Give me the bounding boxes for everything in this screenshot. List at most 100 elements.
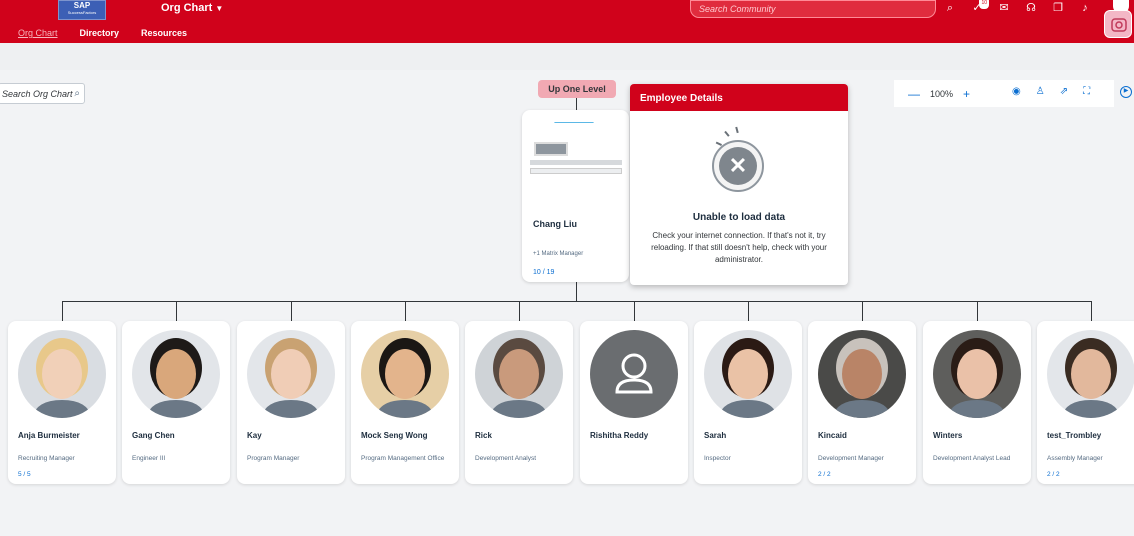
export-icon[interactable]: ⇗ bbox=[1060, 86, 1068, 97]
employee-title: Development Analyst Lead bbox=[933, 455, 1011, 462]
app-title-menu[interactable]: Org Chart ▼ bbox=[161, 2, 223, 14]
nav-directory[interactable]: Directory bbox=[80, 28, 120, 38]
employee-title: Program Management Office bbox=[361, 455, 445, 462]
zoom-level: 100% bbox=[930, 88, 954, 99]
employee-card[interactable]: Rishitha Reddy bbox=[580, 321, 688, 484]
zoom-out-icon[interactable]: — bbox=[908, 87, 920, 101]
nav-resources[interactable]: Resources bbox=[141, 28, 187, 38]
logo-subtext: SuccessFactors bbox=[67, 10, 97, 15]
employee-photo bbox=[704, 330, 792, 418]
caret-down-icon: ▼ bbox=[215, 4, 224, 13]
employee-card[interactable]: Sarah Inspector bbox=[694, 321, 802, 484]
connector-line bbox=[519, 301, 520, 321]
employee-name: Mock Seng Wong bbox=[361, 431, 428, 440]
manager-card[interactable]: Chang Liu +1 Matrix Manager 10 / 19 bbox=[522, 110, 629, 282]
header-actions: ⌕ ✓ 10 ✉ ☊ ❐ ♪ bbox=[944, 0, 1091, 14]
connector-line bbox=[62, 301, 1092, 302]
chart-toolbar: — 100% + ◉ ♙ ⇗ ⛶ bbox=[894, 80, 1114, 107]
person-settings-icon[interactable]: ♙ bbox=[1036, 86, 1045, 97]
details-title: Employee Details bbox=[630, 84, 848, 111]
connector-line bbox=[176, 301, 177, 321]
logo-text: SAP bbox=[73, 1, 91, 10]
play-icon[interactable]: ▶ bbox=[1120, 86, 1132, 98]
employee-card[interactable]: Rick Development Analyst bbox=[465, 321, 573, 484]
employee-photo bbox=[590, 330, 678, 418]
connector-line bbox=[748, 301, 749, 321]
nav-org-chart[interactable]: Org Chart bbox=[18, 28, 58, 38]
connector-line bbox=[576, 282, 577, 302]
feedback-icon[interactable]: ❐ bbox=[1052, 2, 1064, 14]
zoom-in-icon[interactable]: + bbox=[963, 87, 970, 101]
connector-line bbox=[977, 301, 978, 321]
employee-name: Sarah bbox=[704, 431, 727, 440]
employee-photo bbox=[818, 330, 906, 418]
employee-card[interactable]: Kincaid Development Manager 2 / 2 bbox=[808, 321, 916, 484]
notification-badge: 10 bbox=[979, 0, 989, 9]
search-icon[interactable]: ⌕ bbox=[74, 88, 80, 99]
direct-reports-count[interactable]: 10 / 19 bbox=[533, 269, 554, 276]
employee-photo bbox=[132, 330, 220, 418]
app-title: Org Chart bbox=[161, 2, 213, 14]
employee-name: Gang Chen bbox=[132, 431, 175, 440]
chat-icon[interactable]: ✉ bbox=[998, 2, 1010, 14]
connector-line bbox=[576, 98, 577, 110]
employee-card[interactable]: Anja Burmeister Recruiting Manager 5 / 5 bbox=[8, 321, 116, 484]
employee-title: Engineer III bbox=[132, 455, 166, 462]
employee-name: Rishitha Reddy bbox=[590, 431, 649, 440]
employee-name: test_Trombley bbox=[1047, 431, 1102, 440]
todo-icon[interactable]: ✓ 10 bbox=[971, 0, 989, 14]
employee-name: Kincaid bbox=[818, 431, 847, 440]
employee-title: Development Manager bbox=[818, 455, 884, 462]
manager-name: Chang Liu bbox=[533, 219, 577, 229]
search-org-chart-input[interactable]: Search Org Chart ⌕ bbox=[0, 83, 85, 104]
view-icon[interactable]: ◉ bbox=[1012, 86, 1021, 97]
error-icon: ✕ bbox=[712, 140, 764, 192]
employee-title: Inspector bbox=[704, 455, 731, 462]
search-placeholder: Search Org Chart bbox=[2, 89, 73, 99]
employee-photo bbox=[1047, 330, 1134, 418]
reports-count[interactable]: 2 / 2 bbox=[1047, 471, 1060, 478]
error-message: Check your internet connection. If that'… bbox=[651, 231, 827, 264]
employee-title: Assembly Manager bbox=[1047, 455, 1103, 462]
employee-name: Anja Burmeister bbox=[18, 431, 80, 440]
employee-photo bbox=[475, 330, 563, 418]
reports-count[interactable]: 5 / 5 bbox=[18, 471, 31, 478]
sap-logo[interactable]: SAP SuccessFactors bbox=[58, 0, 106, 20]
employee-title: Development Analyst bbox=[475, 455, 537, 462]
error-title: Unable to load data bbox=[692, 212, 786, 223]
employee-title: Recruiting Manager bbox=[18, 455, 75, 462]
header-nav: Org Chart Directory Resources bbox=[18, 28, 187, 38]
employee-photo bbox=[247, 330, 335, 418]
connector-line bbox=[62, 301, 63, 321]
reports-count[interactable]: 2 / 2 bbox=[818, 471, 831, 478]
employee-card[interactable]: Mock Seng Wong Program Management Office bbox=[351, 321, 459, 484]
employee-name: Kay bbox=[247, 431, 262, 440]
connector-line bbox=[634, 301, 635, 321]
matrix-manager-link[interactable]: +1 Matrix Manager bbox=[533, 251, 583, 257]
fullscreen-icon[interactable]: ⛶ bbox=[1083, 86, 1090, 97]
connector-line bbox=[862, 301, 863, 321]
employee-title: Program Manager bbox=[247, 455, 300, 462]
search-community-input[interactable]: Search Community bbox=[690, 0, 936, 18]
connector-line bbox=[1091, 301, 1092, 321]
camera-capture-icon[interactable] bbox=[1104, 10, 1132, 38]
connector-line bbox=[291, 301, 292, 321]
support-icon[interactable]: ☊ bbox=[1025, 2, 1037, 14]
employee-photo bbox=[361, 330, 449, 418]
employee-photo bbox=[18, 330, 106, 418]
employee-name: Winters bbox=[933, 431, 963, 440]
manager-photo bbox=[530, 122, 622, 182]
employee-name: Rick bbox=[475, 431, 492, 440]
sub-bar bbox=[0, 43, 1134, 70]
shell-header: SAP SuccessFactors Org Chart ▼ Org Chart … bbox=[0, 0, 1134, 43]
bell-icon[interactable]: ♪ bbox=[1079, 2, 1091, 14]
employee-photo bbox=[933, 330, 1021, 418]
employee-card[interactable]: Kay Program Manager bbox=[237, 321, 345, 484]
connector-line bbox=[405, 301, 406, 321]
employee-details-popover: Employee Details ✕ Unable to load data C… bbox=[630, 84, 848, 285]
employee-card[interactable]: Gang Chen Engineer III bbox=[122, 321, 230, 484]
search-icon[interactable]: ⌕ bbox=[944, 2, 956, 14]
up-one-level-button[interactable]: Up One Level bbox=[538, 80, 616, 98]
employee-card[interactable]: Winters Development Analyst Lead bbox=[923, 321, 1031, 484]
employee-card[interactable]: test_Trombley Assembly Manager 2 / 2 bbox=[1037, 321, 1134, 484]
